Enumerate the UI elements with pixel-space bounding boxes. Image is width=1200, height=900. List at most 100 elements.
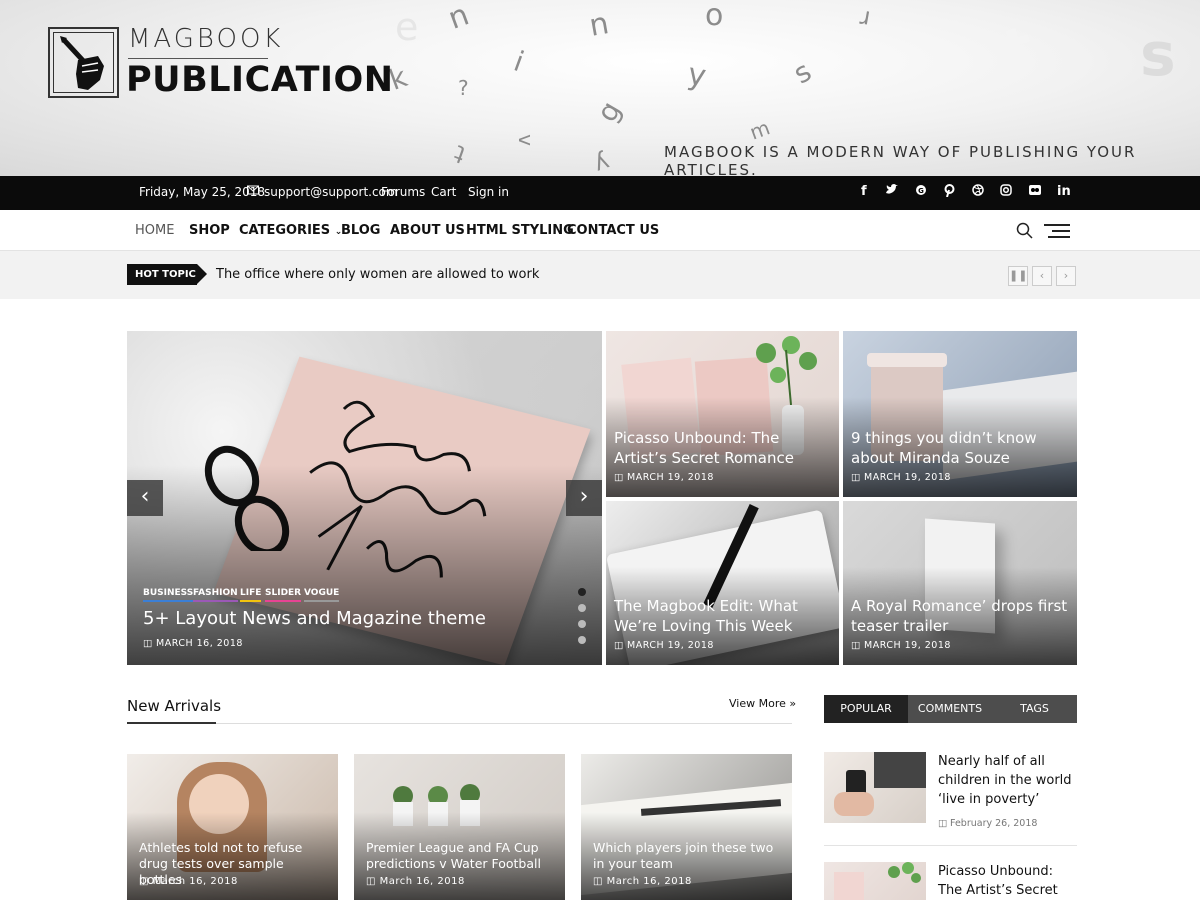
grid-card[interactable]: 9 things you didn’t know about Miranda S… [843, 331, 1077, 497]
google-plus-icon[interactable]: G [915, 184, 927, 200]
calendar-icon: ◫ [614, 640, 624, 651]
top-bar: Friday, May 25, 2018 support@support.com… [0, 176, 1200, 210]
cup-lid [867, 353, 947, 367]
search-icon[interactable] [1016, 222, 1034, 244]
instagram-icon[interactable] [1000, 184, 1012, 200]
decorative-letter: t [996, 12, 1042, 86]
site-tagline: MAGBOOK IS A MODERN WAY OF PUBLISHING YO… [664, 143, 1137, 176]
tab-tags[interactable]: TAGS [992, 695, 1077, 723]
popular-post[interactable]: Nearly half of all children in the world… [824, 752, 1077, 832]
category-tag-fashion[interactable]: FASHION [193, 588, 238, 602]
topbar-link-signin[interactable]: Sign in [468, 185, 509, 199]
arrival-card-title[interactable]: Which players join these two in your tea… [593, 840, 784, 872]
main-slider[interactable]: BUSINESS FASHION LIFE SLIDER VOGUE 5+ La… [127, 331, 602, 665]
slider-dot[interactable] [578, 588, 586, 596]
slider-dot[interactable] [578, 604, 586, 612]
grid-card-date: ◫ MARCH 19, 2018 [851, 472, 951, 483]
nav-item-contact[interactable]: CONTACT US [567, 223, 659, 238]
main-navigation: HOME SHOP CATEGORIES ⌄ BLOG ABOUT US HTM… [0, 210, 1200, 251]
arrival-card-date-text: March 16, 2018 [606, 876, 692, 887]
nav-item-home[interactable]: HOME [135, 223, 174, 238]
decorative-letter: o [705, 0, 724, 33]
grid-card-date-text: MARCH 19, 2018 [864, 472, 951, 483]
calendar-icon: ◫ [614, 472, 624, 483]
tab-comments[interactable]: COMMENTS [908, 695, 992, 723]
popular-post-title[interactable]: Picasso Unbound: The Artist’s Secret [938, 862, 1078, 900]
nav-item-blog[interactable]: BLOG [341, 223, 380, 238]
svg-text:G: G [918, 187, 924, 195]
laptop-illustration [874, 752, 926, 788]
arrival-card-title[interactable]: Premier League and FA Cup predictions v … [366, 840, 557, 872]
hot-topic-headline[interactable]: The office where only women are allowed … [216, 267, 539, 282]
grid-card-title[interactable]: Picasso Unbound: The Artist’s Secret Rom… [614, 428, 831, 468]
hot-topic-bar: HOT TOPIC The office where only women ar… [0, 251, 1200, 299]
ticker-next-button[interactable]: › [1056, 266, 1076, 286]
nav-item-html-styling[interactable]: HTML STYLING [466, 223, 574, 238]
pinterest-icon[interactable] [944, 184, 955, 201]
slider-next-button[interactable]: › [566, 480, 602, 516]
calendar-icon: ◫ [938, 818, 947, 829]
site-title[interactable]: PUBLICATION [126, 60, 394, 100]
grid-card[interactable]: The Magbook Edit: What We’re Loving This… [606, 501, 839, 665]
category-tag-vogue[interactable]: VOGUE [304, 588, 340, 602]
arrival-card[interactable]: Which players join these two in your tea… [581, 754, 792, 900]
fist-pencil-icon [60, 36, 104, 90]
tab-popular[interactable]: POPULAR [824, 695, 908, 723]
pause-button[interactable]: ❚❚ [1008, 266, 1028, 286]
slide-title[interactable]: 5+ Layout News and Magazine theme [143, 609, 594, 629]
post-thumbnail[interactable] [824, 752, 926, 823]
nav-item-categories[interactable]: CATEGORIES ⌄ [239, 223, 342, 238]
header-banner: e u k ? i v t u g y o y m s r t s MAGBOO… [0, 0, 1200, 176]
grid-card-title[interactable]: The Magbook Edit: What We’re Loving This… [614, 596, 831, 636]
grid-card-date-text: MARCH 19, 2018 [864, 640, 951, 651]
side-menu-icon[interactable] [1044, 223, 1070, 242]
decorative-letter: y [590, 148, 614, 176]
hot-topic-label: HOT TOPIC [127, 264, 207, 285]
popular-post-date-text: February 26, 2018 [950, 818, 1038, 829]
grid-card[interactable]: Picasso Unbound: The Artist’s Secret Rom… [606, 331, 839, 497]
post-thumbnail[interactable] [824, 862, 926, 900]
flickr-icon[interactable] [1029, 184, 1041, 200]
grid-card-date-text: MARCH 19, 2018 [627, 640, 714, 651]
arrival-card[interactable]: Athletes told not to refuse drug tests o… [127, 754, 338, 900]
view-more-link[interactable]: View More » [729, 697, 796, 710]
section-underline [127, 722, 216, 724]
grid-card-title[interactable]: A Royal Romance’ drops first teaser trai… [851, 596, 1069, 636]
topbar-link-forums[interactable]: Forums [381, 185, 425, 199]
sidebar-divider [824, 845, 1077, 846]
nav-item-about[interactable]: ABOUT US [390, 223, 465, 238]
grid-card-date-text: MARCH 19, 2018 [627, 472, 714, 483]
category-tag-slider[interactable]: SLIDER [265, 588, 302, 602]
hand-illustration [834, 792, 874, 816]
grid-card-date: ◫ MARCH 19, 2018 [614, 472, 714, 483]
card-image [834, 872, 864, 900]
arrival-card[interactable]: Premier League and FA Cup predictions v … [354, 754, 565, 900]
facebook-icon[interactable]: f [861, 184, 867, 199]
site-logo[interactable] [48, 27, 119, 98]
slider-dot[interactable] [578, 636, 586, 644]
ticker-prev-button[interactable]: ‹ [1032, 266, 1052, 286]
support-email-link[interactable]: support@support.com [264, 185, 398, 199]
arrival-card-date: ◫ March 16, 2018 [366, 876, 465, 887]
decorative-letter: y [685, 56, 709, 95]
nav-item-categories-label: CATEGORIES [239, 223, 331, 238]
topbar-link-cart[interactable]: Cart [431, 185, 456, 199]
grid-card-title[interactable]: 9 things you didn’t know about Miranda S… [851, 428, 1069, 468]
category-tag-life[interactable]: LIFE [240, 588, 262, 602]
nav-item-shop[interactable]: SHOP [189, 223, 230, 238]
slider-prev-button[interactable]: ‹ [127, 480, 163, 516]
popular-post[interactable]: Picasso Unbound: The Artist’s Secret [824, 862, 1077, 900]
dribbble-icon[interactable] [972, 184, 984, 200]
slide-date: ◫ MARCH 16, 2018 [143, 638, 243, 649]
decorative-letter: s [1140, 20, 1176, 90]
calendar-icon: ◫ [143, 638, 153, 649]
decorative-letter: g [590, 95, 628, 128]
popular-post-title[interactable]: Nearly half of all children in the world… [938, 752, 1078, 809]
category-tag-business[interactable]: BUSINESS [143, 588, 194, 602]
twitter-icon[interactable] [886, 184, 898, 199]
linkedin-icon[interactable]: in [1057, 184, 1071, 199]
slider-dot[interactable] [578, 620, 586, 628]
calendar-icon: ◫ [593, 876, 603, 887]
decorative-letter: e [395, 5, 419, 49]
grid-card[interactable]: A Royal Romance’ drops first teaser trai… [843, 501, 1077, 665]
